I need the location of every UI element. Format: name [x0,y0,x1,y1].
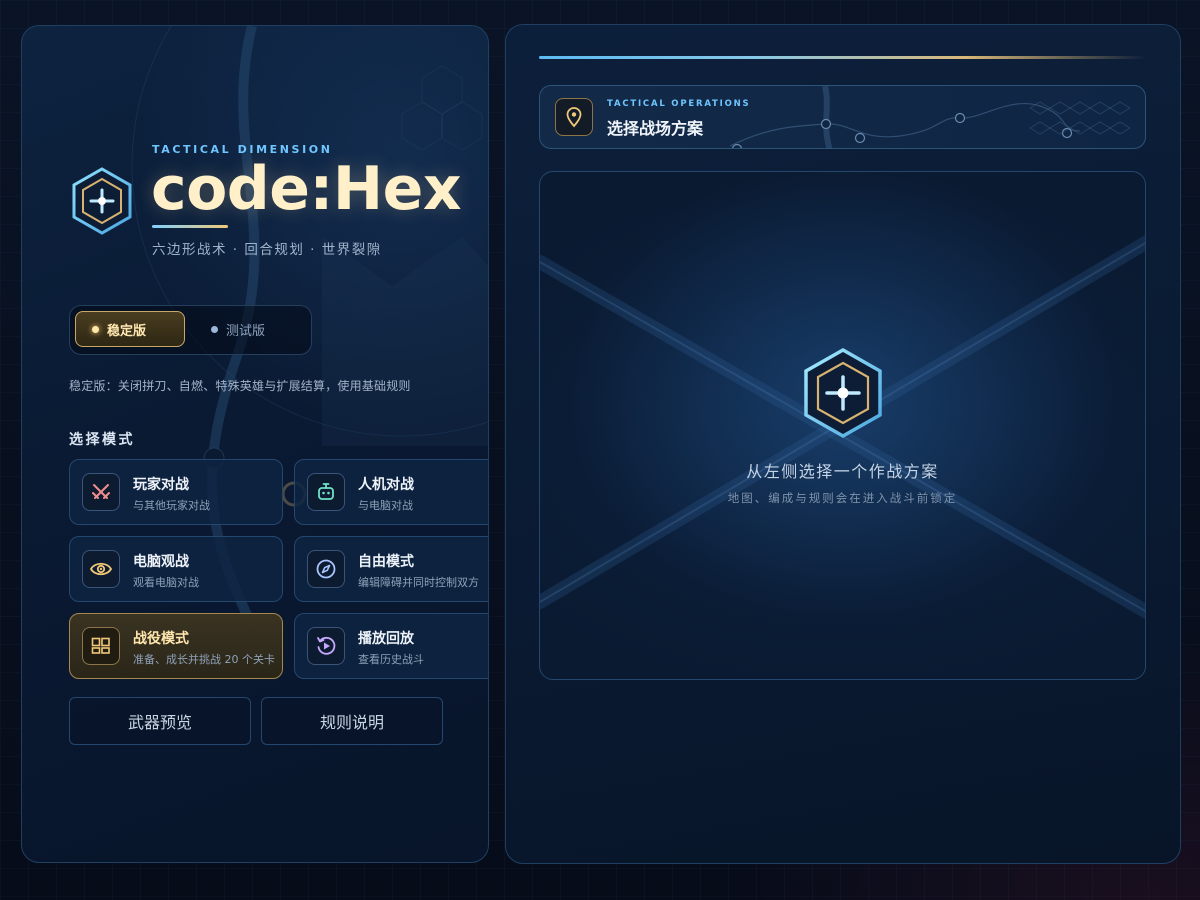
mode-description: 与电脑对战 [358,499,413,512]
mode-description: 准备、成长并挑战 20 个关卡 [133,653,275,666]
mode-card-campaign[interactable]: 战役模式 准备、成长并挑战 20 个关卡 [69,613,283,679]
version-description: 稳定版：关闭拼刀、自燃、特殊英雄与扩展结算，使用基础规则 [69,379,411,393]
mode-description: 编辑障碍并同时控制双方 [358,576,479,589]
rules-button[interactable]: 规则说明 [261,697,443,745]
version-option-label: 稳定版 [107,323,147,339]
mode-description: 与其他玩家对战 [133,499,210,512]
mode-card-pvp[interactable]: 玩家对战 与其他玩家对战 [69,459,283,525]
app-subtitle: 六边形战术 · 回合规划 · 世界裂隙 [152,242,382,258]
app-title: code:Hex [151,154,462,224]
mode-title: 播放回放 [358,631,414,647]
mode-card-free[interactable]: 自由模式 编辑障碍并同时控制双方 [294,536,488,602]
version-stable-option[interactable]: 稳定版 [75,311,185,347]
app-root: TACTICAL DIMENSION code:Hex 六边形战术 · 回合规划… [0,0,1200,900]
operations-kicker: TACTICAL OPERATIONS [607,99,751,109]
map-pin-icon [555,98,593,136]
mode-card-replay[interactable]: 播放回放 查看历史战斗 [294,613,488,679]
replay-icon [307,627,345,665]
version-toggle: 稳定版 测试版 [69,305,312,355]
selected-dot-icon [92,325,99,333]
mode-title: 玩家对战 [133,477,189,493]
mode-description: 观看电脑对战 [133,576,199,589]
mode-section-heading: 选择模式 [69,432,135,448]
hex-crosshair-icon [72,167,132,235]
crossed-swords-icon [82,473,120,511]
mode-title: 人机对战 [358,477,414,493]
mode-title: 自由模式 [358,554,414,570]
preview-title: 从左侧选择一个作战方案 [746,462,939,481]
mode-card-vs-ai[interactable]: 人机对战 与电脑对战 [294,459,488,525]
preview-subtitle: 地图、编成与规则会在进入战斗前锁定 [727,491,958,505]
main-menu-panel: TACTICAL DIMENSION code:Hex 六边形战术 · 回合规划… [21,25,489,863]
weapons-preview-button[interactable]: 武器预览 [69,697,251,745]
mode-card-spectate[interactable]: 电脑观战 观看电脑对战 [69,536,283,602]
operations-header: TACTICAL OPERATIONS 选择战场方案 [539,85,1146,149]
hex-crosshair-icon [804,347,882,439]
battle-preview-area: 从左侧选择一个作战方案 地图、编成与规则会在进入战斗前锁定 [539,171,1146,680]
campaign-grid-icon [82,627,120,665]
version-option-label: 测试版 [226,323,266,339]
compass-icon [307,550,345,588]
mode-title: 电脑观战 [133,554,189,570]
mode-description: 查看历史战斗 [358,653,424,666]
robot-icon [307,473,345,511]
operations-title: 选择战场方案 [607,119,704,138]
version-beta-option[interactable]: 测试版 [195,311,305,347]
operations-panel: TACTICAL OPERATIONS 选择战场方案 从左侧选择一个作战方案 地… [505,24,1181,864]
mode-title: 战役模式 [133,631,189,647]
accent-line [539,56,1147,59]
eye-icon [82,550,120,588]
title-underline [152,225,228,228]
brand-header: TACTICAL DIMENSION code:Hex 六边形战术 · 回合规划… [22,26,488,286]
dot-icon [211,325,218,333]
